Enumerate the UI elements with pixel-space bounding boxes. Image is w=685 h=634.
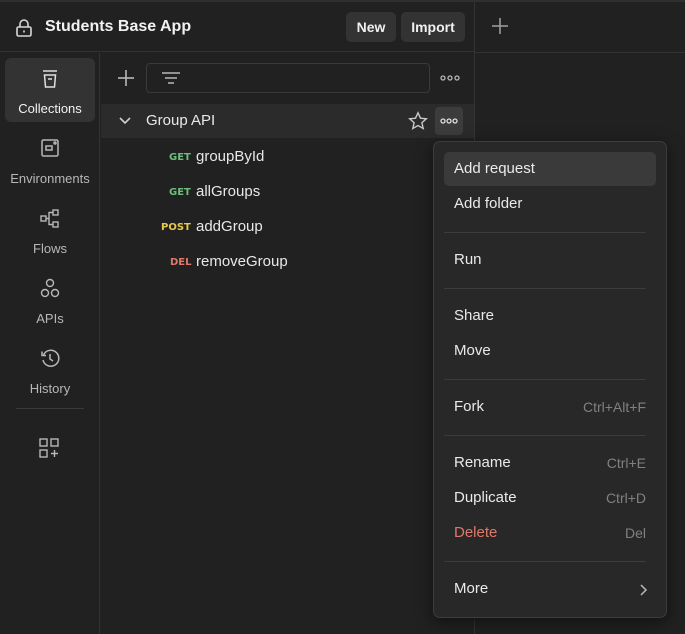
tabs-divider [475, 52, 685, 53]
search-box[interactable] [146, 63, 430, 93]
method-badge: POST [161, 222, 191, 233]
sidebar-item-collections[interactable]: Collections [5, 58, 95, 122]
sidebar-item-environments[interactable]: Environments [5, 128, 95, 192]
menu-item-shortcut: Ctrl+Alt+F [582, 399, 646, 415]
new-tab-icon[interactable] [488, 14, 512, 38]
request-item[interactable]: GET allGroups [101, 174, 474, 209]
method-badge: GET [169, 152, 191, 163]
context-menu: Add request Add folder Run Share Move Fo… [433, 141, 667, 618]
menu-item-duplicate[interactable]: Duplicate Ctrl+D [444, 481, 656, 515]
menu-separator [444, 379, 646, 380]
menu-item-label: Move [454, 342, 491, 359]
menu-item-fork[interactable]: Fork Ctrl+Alt+F [444, 390, 656, 424]
sidebar-nav: Collections Environments Flows APIs Hist… [0, 53, 100, 634]
menu-item-more[interactable]: More [444, 572, 656, 606]
menu-item-label: Delete [454, 524, 498, 541]
sidebar-item-label: Flows [33, 241, 67, 256]
menu-item-shortcut: Ctrl+D [605, 490, 646, 506]
more-options-icon [440, 118, 458, 124]
more-options-icon[interactable] [438, 68, 462, 88]
collection-row[interactable]: Group API [101, 104, 474, 138]
request-item[interactable]: POST addGroup [101, 209, 474, 244]
menu-item-label: Add request [454, 160, 535, 177]
menu-separator [444, 435, 646, 436]
apis-icon [40, 278, 60, 298]
menu-separator [444, 232, 646, 233]
sidebar-item-label: History [29, 381, 71, 396]
sidebar-item-label: APIs [36, 311, 64, 326]
menu-item-label: Rename [454, 454, 511, 471]
request-name: addGroup [196, 218, 263, 235]
menu-separator [444, 288, 646, 289]
request-item[interactable]: DEL removeGroup [101, 244, 474, 279]
sidebar-item-history[interactable]: History [5, 338, 95, 402]
menu-item-share[interactable]: Share [444, 299, 656, 333]
menu-item-label: More [454, 580, 489, 597]
menu-separator [444, 561, 646, 562]
menu-item-add-request[interactable]: Add request [444, 152, 656, 186]
import-button[interactable]: Import [401, 12, 465, 42]
menu-item-label: Share [454, 307, 495, 324]
method-badge: GET [169, 187, 191, 198]
history-icon [41, 349, 60, 367]
menu-item-add-folder[interactable]: Add folder [444, 187, 656, 221]
menu-item-move[interactable]: Move [444, 334, 656, 368]
menu-item-shortcut: Ctrl+E [606, 455, 646, 471]
filter-icon [162, 72, 180, 84]
request-name: groupById [196, 148, 265, 165]
menu-item-label: Run [454, 251, 482, 268]
menu-item-label: Duplicate [454, 489, 517, 506]
collections-icon [43, 70, 57, 88]
sidebar-item-flows[interactable]: Flows [5, 198, 95, 262]
sidebar-item-label: Collections [18, 101, 82, 116]
environments-icon [41, 139, 59, 157]
flows-icon [40, 209, 59, 228]
new-button[interactable]: New [346, 12, 396, 42]
menu-item-rename[interactable]: Rename Ctrl+E [444, 446, 656, 480]
sidebar-item-label: Environments [10, 171, 90, 186]
request-name: allGroups [196, 183, 261, 200]
search-input[interactable] [191, 68, 421, 88]
configure-sidebar-icon[interactable] [38, 437, 60, 459]
add-collection-icon[interactable] [114, 66, 138, 90]
menu-item-label: Fork [454, 398, 484, 415]
star-icon[interactable] [408, 111, 428, 131]
sidebar-divider [16, 408, 84, 409]
menu-item-label: Add folder [454, 195, 523, 212]
request-item[interactable]: GET groupById [101, 139, 474, 174]
chevron-down-icon[interactable] [118, 115, 132, 127]
collection-more-button[interactable] [435, 107, 463, 135]
workspace-title: Students Base App [45, 18, 192, 35]
menu-item-shortcut: Del [624, 525, 646, 541]
method-badge: DEL [170, 257, 192, 268]
collection-name: Group API [146, 112, 216, 129]
menu-item-run[interactable]: Run [444, 243, 656, 277]
sidebar-item-apis[interactable]: APIs [5, 268, 95, 332]
lock-icon [16, 19, 32, 37]
menu-item-delete[interactable]: Delete Del [444, 516, 656, 550]
chevron-right-icon [640, 584, 648, 596]
workspace-header: Students Base App New Import [0, 2, 474, 52]
request-name: removeGroup [196, 253, 288, 270]
